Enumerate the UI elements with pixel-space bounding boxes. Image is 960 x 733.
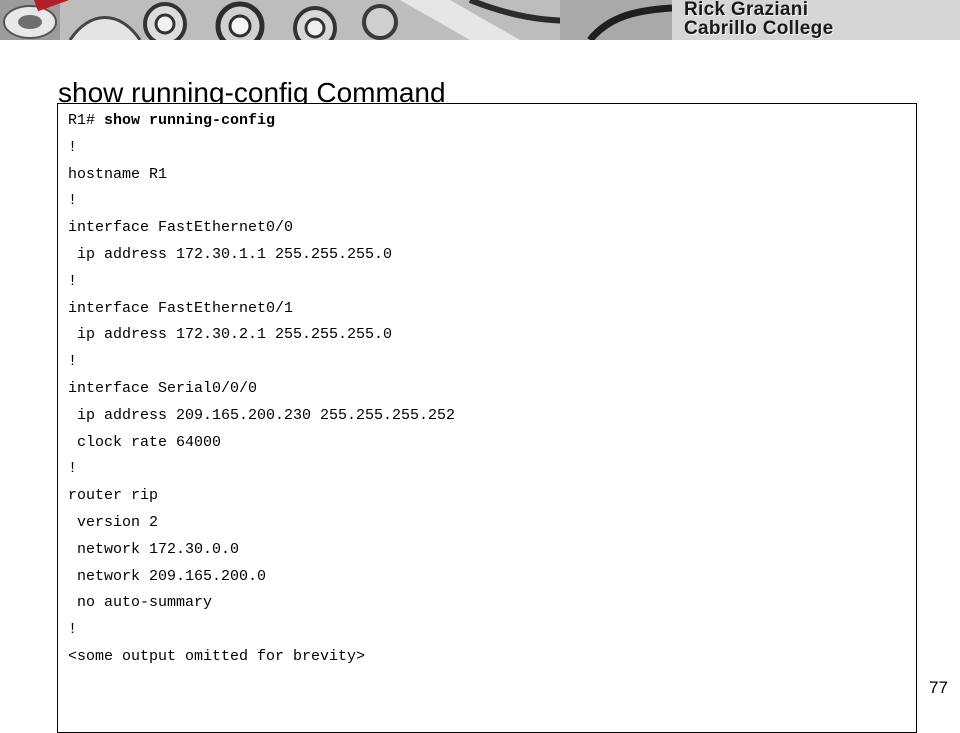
terminal-lines: R1# show running-config ! hostname R1 ! …: [68, 108, 455, 671]
config-line: <some output omitted for brevity>: [68, 647, 366, 665]
config-line: hostname R1: [68, 165, 168, 183]
config-line: network 209.165.200.0: [68, 567, 267, 585]
terminal-output-box: R1# show running-config ! hostname R1 ! …: [57, 103, 917, 733]
config-line: !: [68, 353, 78, 371]
config-line: !: [68, 272, 78, 290]
config-line: ip address 172.30.2.1 255.255.255.0: [68, 326, 393, 344]
terminal-prompt: R1#: [68, 112, 105, 129]
config-line: !: [68, 460, 78, 478]
config-line: router rip: [68, 487, 159, 505]
config-line: version 2: [68, 513, 159, 531]
header-banner: Rick Graziani Cabrillo College: [0, 0, 960, 40]
config-line: network 172.30.0.0: [68, 540, 240, 558]
brand-box: Rick Graziani Cabrillo College: [672, 0, 960, 40]
config-line: !: [68, 192, 78, 210]
config-line: clock rate 64000: [68, 433, 222, 451]
terminal-command: show running-config: [104, 112, 276, 129]
config-line: no auto-summary: [68, 594, 213, 612]
config-line: !: [68, 621, 78, 639]
config-line: interface FastEthernet0/1: [68, 299, 294, 317]
config-line: interface FastEthernet0/0: [68, 219, 294, 237]
config-line: !: [68, 138, 78, 156]
page-number: 77: [929, 678, 948, 697]
config-line: interface Serial0/0/0: [68, 379, 258, 397]
cable-connectors-image: [0, 0, 672, 40]
config-line: ip address 172.30.1.1 255.255.255.0: [68, 245, 393, 263]
terminal-command-line: R1# show running-config: [68, 108, 455, 135]
config-line: ip address 209.165.200.230 255.255.255.2…: [68, 406, 456, 424]
brand-college: Cabrillo College: [684, 18, 834, 39]
